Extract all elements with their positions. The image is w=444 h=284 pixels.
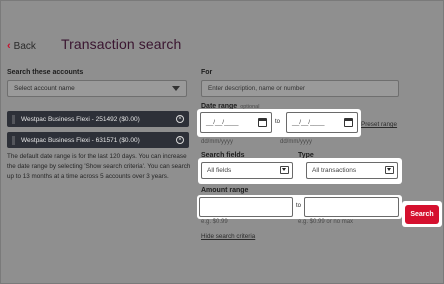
chevron-down-icon [280,166,289,174]
date-to-format-hint: dd/mm/yyyy [280,139,313,145]
date-from-input[interactable]: __/__/____ [200,112,272,133]
date-to-placeholder: __/__/____ [292,119,325,126]
search-fields-select[interactable]: All fields [201,162,293,179]
type-select[interactable]: All transactions [306,162,398,179]
account-chip-1[interactable]: Westpac Business Flexi - 251492 ($0.00) … [7,111,189,127]
calendar-icon[interactable] [258,118,267,127]
amount-from-hint: e.g. $0.99 [201,219,228,225]
for-label: For [201,69,213,76]
back-link[interactable]: ‹ Back [7,40,36,52]
amount-range-label: Amount range [201,187,249,194]
for-input[interactable]: Enter description, name or number [201,80,399,97]
date-from-placeholder: __/__/____ [206,119,239,126]
chevron-left-icon: ‹ [7,40,11,52]
account-select-placeholder: Select account name [14,85,75,92]
amount-to-word: to [296,203,302,209]
preset-range-link[interactable]: Preset range [361,121,397,128]
amount-to-hint: e.g. $0.99 or no max [298,219,354,225]
chevron-down-icon [172,86,180,91]
page-title: Transaction search [61,36,182,52]
type-value: All transactions [312,167,357,174]
drag-handle-icon[interactable] [12,114,15,124]
for-placeholder: Enter description, name or number [208,85,305,92]
amount-to-input[interactable] [304,197,399,217]
calendar-icon[interactable] [344,118,353,127]
hide-search-criteria-link[interactable]: Hide search criteria [201,233,255,240]
remove-icon[interactable]: × [176,136,184,144]
search-button[interactable]: Search [405,205,439,224]
date-from-format-hint: dd/mm/yyyy [201,139,234,145]
amount-from-input[interactable] [199,197,293,217]
account-chip-label: Westpac Business Flexi - 631571 ($0.00) [21,136,140,144]
account-select[interactable]: Select account name [7,80,187,97]
account-chip-2[interactable]: Westpac Business Flexi - 631571 ($0.00) … [7,132,189,148]
search-fields-value: All fields [207,167,232,174]
drag-handle-icon[interactable] [12,135,15,145]
chevron-down-icon [385,166,394,174]
accounts-label: Search these accounts [7,69,84,76]
back-label: Back [13,40,36,52]
remove-icon[interactable]: × [176,115,184,123]
date-to-word: to [275,119,281,125]
date-to-input[interactable]: __/__/____ [286,112,358,133]
account-chip-label: Westpac Business Flexi - 251492 ($0.00) [21,115,140,123]
date-range-help-text: The default date range is for the last 1… [7,153,191,180]
